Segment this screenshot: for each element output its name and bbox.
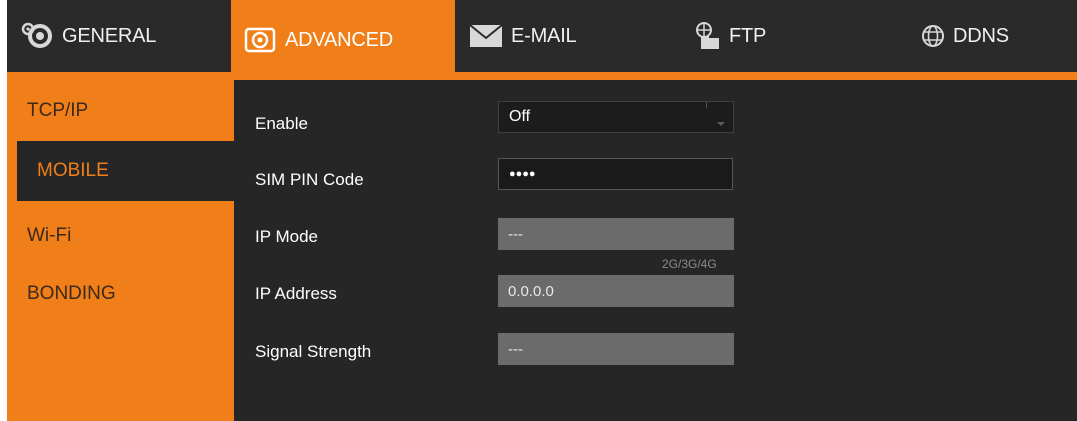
camera-icon bbox=[243, 25, 277, 55]
sidebar-item-bonding[interactable]: BONDING bbox=[7, 265, 234, 323]
tab-advanced-label: ADVANCED bbox=[285, 28, 394, 51]
tab-general-label: GENERAL bbox=[62, 24, 157, 47]
enable-value: Off bbox=[509, 108, 531, 125]
signal-strength-field: --- bbox=[498, 333, 734, 365]
tab-email-label: E-MAIL bbox=[511, 24, 577, 47]
sidebar-item-label: MOBILE bbox=[37, 160, 109, 181]
select-divider bbox=[706, 102, 707, 108]
sidebar-item-label: BONDING bbox=[27, 283, 116, 304]
sidebar: TCP/IP MOBILE Wi-Fi BONDING bbox=[7, 80, 234, 421]
sidebar-item-wifi[interactable]: Wi-Fi bbox=[7, 207, 234, 265]
tab-ftp-label: FTP bbox=[729, 24, 767, 47]
tab-underline bbox=[7, 72, 1077, 80]
sim-pin-label: SIM PIN Code bbox=[255, 170, 364, 189]
sidebar-item-label: TCP/IP bbox=[27, 100, 89, 121]
tab-email[interactable]: E-MAIL bbox=[469, 0, 669, 72]
sim-pin-value: ●●●● bbox=[509, 168, 536, 180]
folder-network-icon bbox=[695, 21, 721, 51]
tab-ddns[interactable]: DDNS bbox=[921, 0, 1071, 72]
sidebar-item-tcpip[interactable]: TCP/IP bbox=[7, 82, 234, 140]
signal-strength-label: Signal Strength bbox=[255, 342, 372, 361]
sidebar-item-label: Wi-Fi bbox=[27, 225, 72, 246]
sidebar-item-mobile[interactable]: MOBILE bbox=[17, 141, 234, 201]
enable-select[interactable]: Off bbox=[498, 101, 734, 133]
ip-mode-field: --- bbox=[498, 218, 734, 250]
chevron-down-icon bbox=[717, 122, 725, 126]
ip-address-field: 0.0.0.0 bbox=[498, 275, 734, 307]
envelope-icon bbox=[469, 24, 503, 48]
tab-ftp[interactable]: FTP bbox=[695, 0, 895, 72]
ip-address-label: IP Address bbox=[255, 284, 337, 303]
ip-mode-label: IP Mode bbox=[255, 227, 319, 246]
tab-general[interactable]: GENERAL bbox=[20, 0, 225, 72]
enable-label: Enable bbox=[255, 114, 308, 133]
ip-mode-hint: 2G/3G/4G bbox=[662, 257, 717, 271]
signal-strength-value: --- bbox=[508, 340, 523, 358]
globe-icon bbox=[921, 24, 945, 48]
sim-pin-field[interactable]: ●●●● bbox=[498, 158, 733, 190]
ip-address-value: 0.0.0.0 bbox=[508, 282, 554, 300]
ip-mode-value: --- bbox=[508, 225, 523, 243]
tab-ddns-label: DDNS bbox=[953, 24, 1009, 47]
tab-advanced[interactable]: ADVANCED bbox=[231, 0, 455, 80]
gear-icon bbox=[20, 21, 54, 51]
